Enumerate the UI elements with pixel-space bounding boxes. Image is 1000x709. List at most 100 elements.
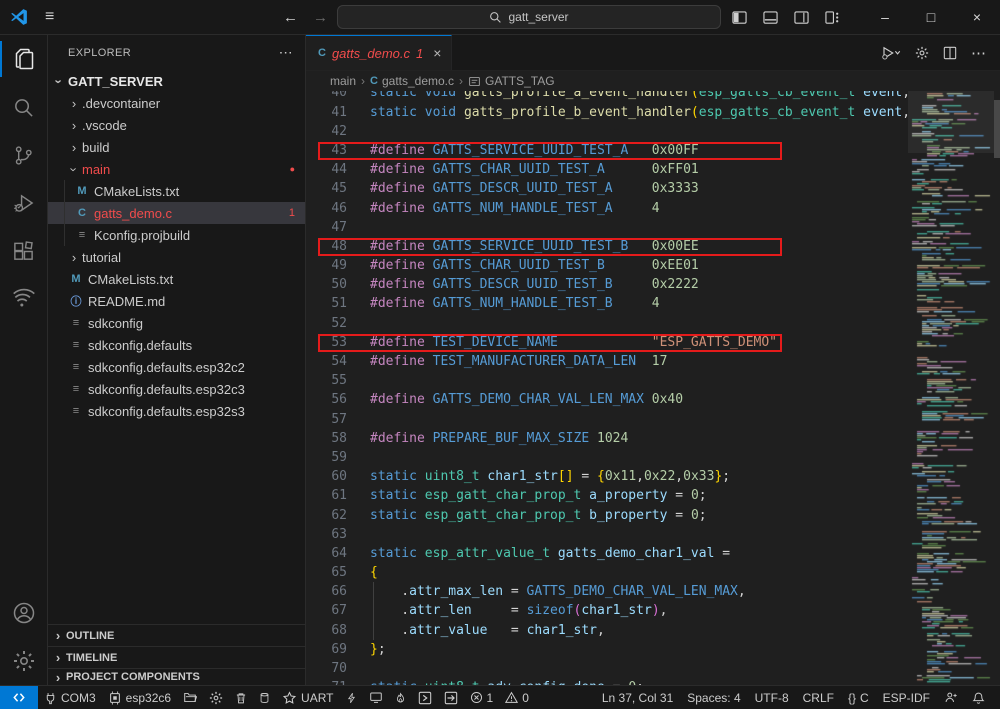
tree-file-cmakelists-txt[interactable]: MCMakeLists.txt — [48, 268, 305, 290]
activity-bar-account-icon[interactable] — [0, 589, 47, 637]
status-flash-device[interactable] — [340, 686, 363, 709]
code-line-41[interactable]: 41static void gatts_profile_b_event_hand… — [306, 103, 908, 122]
code-line-57[interactable]: 57 — [306, 410, 908, 429]
code-line-40[interactable]: 40static void gatts_profile_a_event_hand… — [306, 91, 908, 103]
code-line-50[interactable]: 50#define GATTS_DESCR_UUID_TEST_B 0x2222 — [306, 275, 908, 294]
tree-folder-build[interactable]: ›build — [48, 136, 305, 158]
sidebar-section-outline[interactable]: ›OUTLINE — [48, 624, 305, 646]
status-problems-errors[interactable]: 1 — [464, 686, 500, 709]
split-editor-icon[interactable] — [943, 46, 957, 60]
code-line-49[interactable]: 49#define GATTS_CHAR_UUID_TEST_B 0xEE01 — [306, 256, 908, 275]
code-line-51[interactable]: 51#define GATTS_NUM_HANDLE_TEST_B 4 — [306, 294, 908, 313]
toggle-panel-icon[interactable] — [763, 10, 778, 25]
tree-file-gatts-demo-c[interactable]: Cgatts_demo.c1 — [48, 202, 305, 224]
status-monitor-device[interactable] — [363, 686, 389, 709]
sidebar-section-project-components[interactable]: ›PROJECT COMPONENTS — [48, 668, 305, 685]
tab-close-icon[interactable]: × — [433, 45, 441, 61]
code-line-46[interactable]: 46#define GATTS_NUM_HANDLE_TEST_A 4 — [306, 199, 908, 218]
window-minimize-button[interactable]: – — [862, 0, 908, 34]
status-feedback[interactable] — [937, 686, 965, 709]
editor-settings-gear-icon[interactable] — [915, 46, 929, 60]
status-encoding[interactable]: UTF-8 — [748, 686, 796, 709]
code-line-58[interactable]: 58#define PREPARE_BUF_MAX_SIZE 1024 — [306, 429, 908, 448]
tree-file-sdkconfig-defaults-esp32c2[interactable]: ≡sdkconfig.defaults.esp32c2 — [48, 356, 305, 378]
breadcrumb-main[interactable]: main — [330, 74, 356, 88]
workspace-root-folder[interactable]: › GATT_SERVER — [48, 70, 305, 92]
code-line-63[interactable]: 63 — [306, 525, 908, 544]
tree-file-readme-md[interactable]: ⓘREADME.md — [48, 290, 305, 312]
code-line-45[interactable]: 45#define GATTS_DESCR_UUID_TEST_A 0x3333 — [306, 179, 908, 198]
status-language-mode[interactable]: {}C — [841, 686, 876, 709]
activity-bar-extensions-icon[interactable] — [0, 227, 47, 275]
status-problems-warnings[interactable]: 0 — [499, 686, 535, 709]
breadcrumb-gatts-tag[interactable]: GATTS_TAG — [468, 74, 555, 88]
status-flash-method[interactable]: UART — [276, 686, 339, 709]
tree-folder-main[interactable]: ›main● — [48, 158, 305, 180]
status-esp-idf-version[interactable]: ESP-IDF — [876, 686, 937, 709]
code-line-44[interactable]: 44#define GATTS_CHAR_UUID_TEST_A 0xFF01 — [306, 160, 908, 179]
activity-bar-search-icon[interactable] — [0, 83, 47, 131]
scrollbar[interactable] — [994, 91, 1000, 685]
tree-file-cmakelists-txt[interactable]: MCMakeLists.txt — [48, 180, 305, 202]
minimap-slider[interactable] — [908, 91, 994, 153]
status-custom-task[interactable] — [438, 686, 464, 709]
status-notifications[interactable] — [965, 686, 992, 709]
status-build-project[interactable] — [253, 686, 276, 709]
status-menuconfig[interactable] — [203, 686, 229, 709]
code-line-60[interactable]: 60static uint8_t char1_str[] = {0x11,0x2… — [306, 467, 908, 486]
status-build-flash-monitor[interactable] — [389, 686, 412, 709]
minimap[interactable] — [908, 91, 994, 685]
tree-folder--vscode[interactable]: ›.vscode — [48, 114, 305, 136]
code-line-69[interactable]: 69}; — [306, 640, 908, 659]
activity-bar-settings-icon[interactable] — [0, 637, 47, 685]
code-line-68[interactable]: 68 .attr_value = char1_str, — [306, 621, 908, 640]
breadcrumb-gatts-demo-c[interactable]: Cgatts_demo.c — [370, 74, 454, 88]
activity-bar-source-control-icon[interactable] — [0, 131, 47, 179]
explorer-more-actions-icon[interactable]: ⋯ — [279, 44, 293, 61]
tree-folder-tutorial[interactable]: ›tutorial — [48, 246, 305, 268]
code-line-47[interactable]: 47 — [306, 218, 908, 237]
tree-file-sdkconfig-defaults-esp32c3[interactable]: ≡sdkconfig.defaults.esp32c3 — [48, 378, 305, 400]
code-line-66[interactable]: 66 .attr_max_len = GATTS_DEMO_CHAR_VAL_L… — [306, 582, 908, 601]
code-line-42[interactable]: 42 — [306, 122, 908, 141]
toggle-secondary-sidebar-icon[interactable] — [794, 10, 809, 25]
code-line-56[interactable]: 56#define GATTS_DEMO_CHAR_VAL_LEN_MAX 0x… — [306, 390, 908, 409]
tree-folder--devcontainer[interactable]: ›.devcontainer — [48, 92, 305, 114]
code-line-59[interactable]: 59 — [306, 448, 908, 467]
nav-forward-icon[interactable]: → — [313, 0, 328, 35]
code-line-70[interactable]: 70 — [306, 659, 908, 678]
code-line-52[interactable]: 52 — [306, 314, 908, 333]
code-line-64[interactable]: 64static esp_attr_value_t gatts_demo_cha… — [306, 544, 908, 563]
customize-layout-icon[interactable] — [825, 10, 840, 25]
run-debug-dropdown-button[interactable] — [881, 46, 901, 60]
code-line-71[interactable]: 71static uint8_t adv_config_done = 0; — [306, 678, 908, 685]
code-line-61[interactable]: 61static esp_gatt_char_prop_t a_property… — [306, 486, 908, 505]
code-area[interactable]: 40static void gatts_profile_a_event_hand… — [306, 91, 908, 685]
code-line-48[interactable]: 48#define GATTS_SERVICE_UUID_TEST_B 0x00… — [306, 237, 908, 256]
status-indentation[interactable]: Spaces: 4 — [680, 686, 747, 709]
status-eol[interactable]: CRLF — [796, 686, 841, 709]
activity-bar-espressif-icon[interactable] — [0, 275, 47, 323]
code-line-54[interactable]: 54#define TEST_MANUFACTURER_DATA_LEN 17 — [306, 352, 908, 371]
status-remote-indicator[interactable] — [0, 686, 38, 709]
activity-bar-run-debug-icon[interactable] — [0, 179, 47, 227]
code-line-67[interactable]: 67 .attr_len = sizeof(char1_str), — [306, 601, 908, 620]
scrollbar-thumb[interactable] — [994, 100, 1000, 158]
menu-icon[interactable]: ≡ — [45, 8, 54, 26]
tab-gatts-demo[interactable]: C gatts_demo.c 1 × — [306, 35, 452, 70]
tree-file-sdkconfig-defaults-esp32s3[interactable]: ≡sdkconfig.defaults.esp32s3 — [48, 400, 305, 422]
tree-file-kconfig-projbuild[interactable]: ≡Kconfig.projbuild — [48, 224, 305, 246]
tree-file-sdkconfig[interactable]: ≡sdkconfig — [48, 312, 305, 334]
editor-more-actions-icon[interactable]: ⋯ — [971, 44, 986, 62]
sidebar-section-timeline[interactable]: ›TIMELINE — [48, 646, 305, 668]
toggle-sidebar-icon[interactable] — [732, 10, 747, 25]
tree-file-sdkconfig-defaults[interactable]: ≡sdkconfig.defaults — [48, 334, 305, 356]
code-line-62[interactable]: 62static esp_gatt_char_prop_t b_property… — [306, 506, 908, 525]
window-maximize-button[interactable]: □ — [908, 0, 954, 34]
status-device-target[interactable]: esp32c6 — [102, 686, 177, 709]
command-center-search[interactable]: gatt_server — [337, 5, 721, 29]
status-cursor-position[interactable]: Ln 37, Col 31 — [595, 686, 680, 709]
nav-back-icon[interactable]: ← — [283, 0, 298, 35]
status-select-project-folder[interactable] — [177, 686, 203, 709]
code-line-55[interactable]: 55 — [306, 371, 908, 390]
